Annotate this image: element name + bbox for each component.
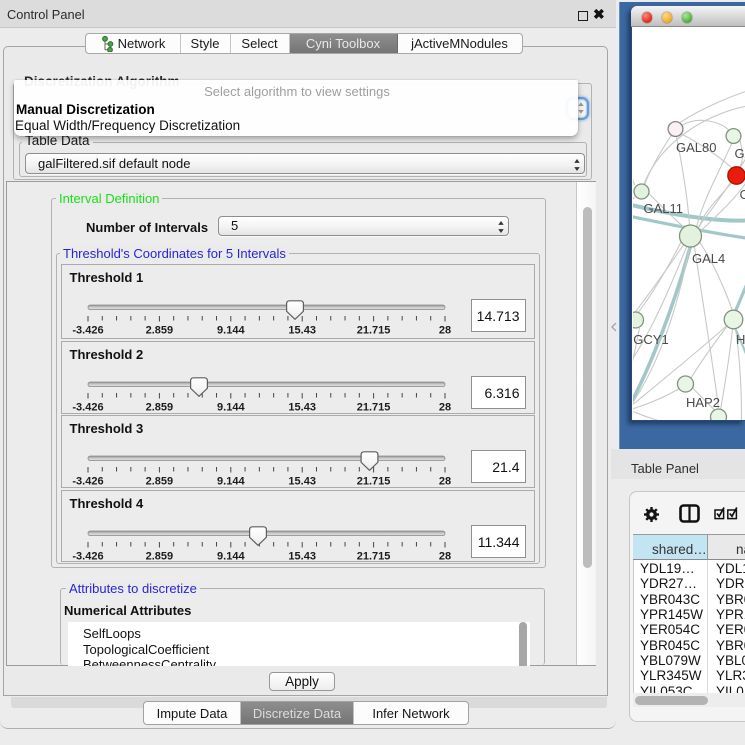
svg-text:21.715: 21.715 (357, 551, 391, 563)
svg-text:15.43: 15.43 (288, 476, 316, 488)
svg-text:21.715: 21.715 (357, 402, 391, 414)
svg-text:2.859: 2.859 (146, 551, 174, 563)
svg-text:9.144: 9.144 (217, 476, 245, 488)
svg-text:9.144: 9.144 (217, 551, 245, 563)
svg-text:2.859: 2.859 (146, 476, 174, 488)
svg-text:GAL: GAL (734, 146, 745, 161)
svg-text:C: C (739, 187, 745, 202)
svg-text:GAL80: GAL80 (676, 140, 716, 155)
svg-text:28: 28 (439, 551, 451, 563)
svg-text:GCY1: GCY1 (633, 332, 668, 347)
svg-text:28: 28 (439, 402, 451, 414)
svg-text:GAL11: GAL11 (643, 201, 683, 216)
svg-text:15.43: 15.43 (288, 551, 316, 563)
svg-text:2.859: 2.859 (146, 325, 174, 337)
svg-text:HAP2: HAP2 (686, 395, 720, 410)
svg-text:-3.426: -3.426 (72, 476, 103, 488)
svg-text:9.144: 9.144 (217, 325, 245, 337)
svg-text:2.859: 2.859 (146, 402, 174, 414)
svg-text:15.43: 15.43 (288, 402, 316, 414)
svg-text:21.715: 21.715 (357, 325, 391, 337)
svg-text:GAL4: GAL4 (692, 251, 725, 266)
svg-text:21.715: 21.715 (357, 476, 391, 488)
svg-text:15.43: 15.43 (288, 325, 316, 337)
svg-text:-3.426: -3.426 (72, 551, 103, 563)
svg-text:28: 28 (439, 476, 451, 488)
svg-text:9.144: 9.144 (217, 402, 245, 414)
svg-text:28: 28 (439, 325, 451, 337)
svg-text:-3.426: -3.426 (72, 325, 103, 337)
svg-text:-3.426: -3.426 (72, 402, 103, 414)
svg-text:H: H (736, 332, 745, 347)
